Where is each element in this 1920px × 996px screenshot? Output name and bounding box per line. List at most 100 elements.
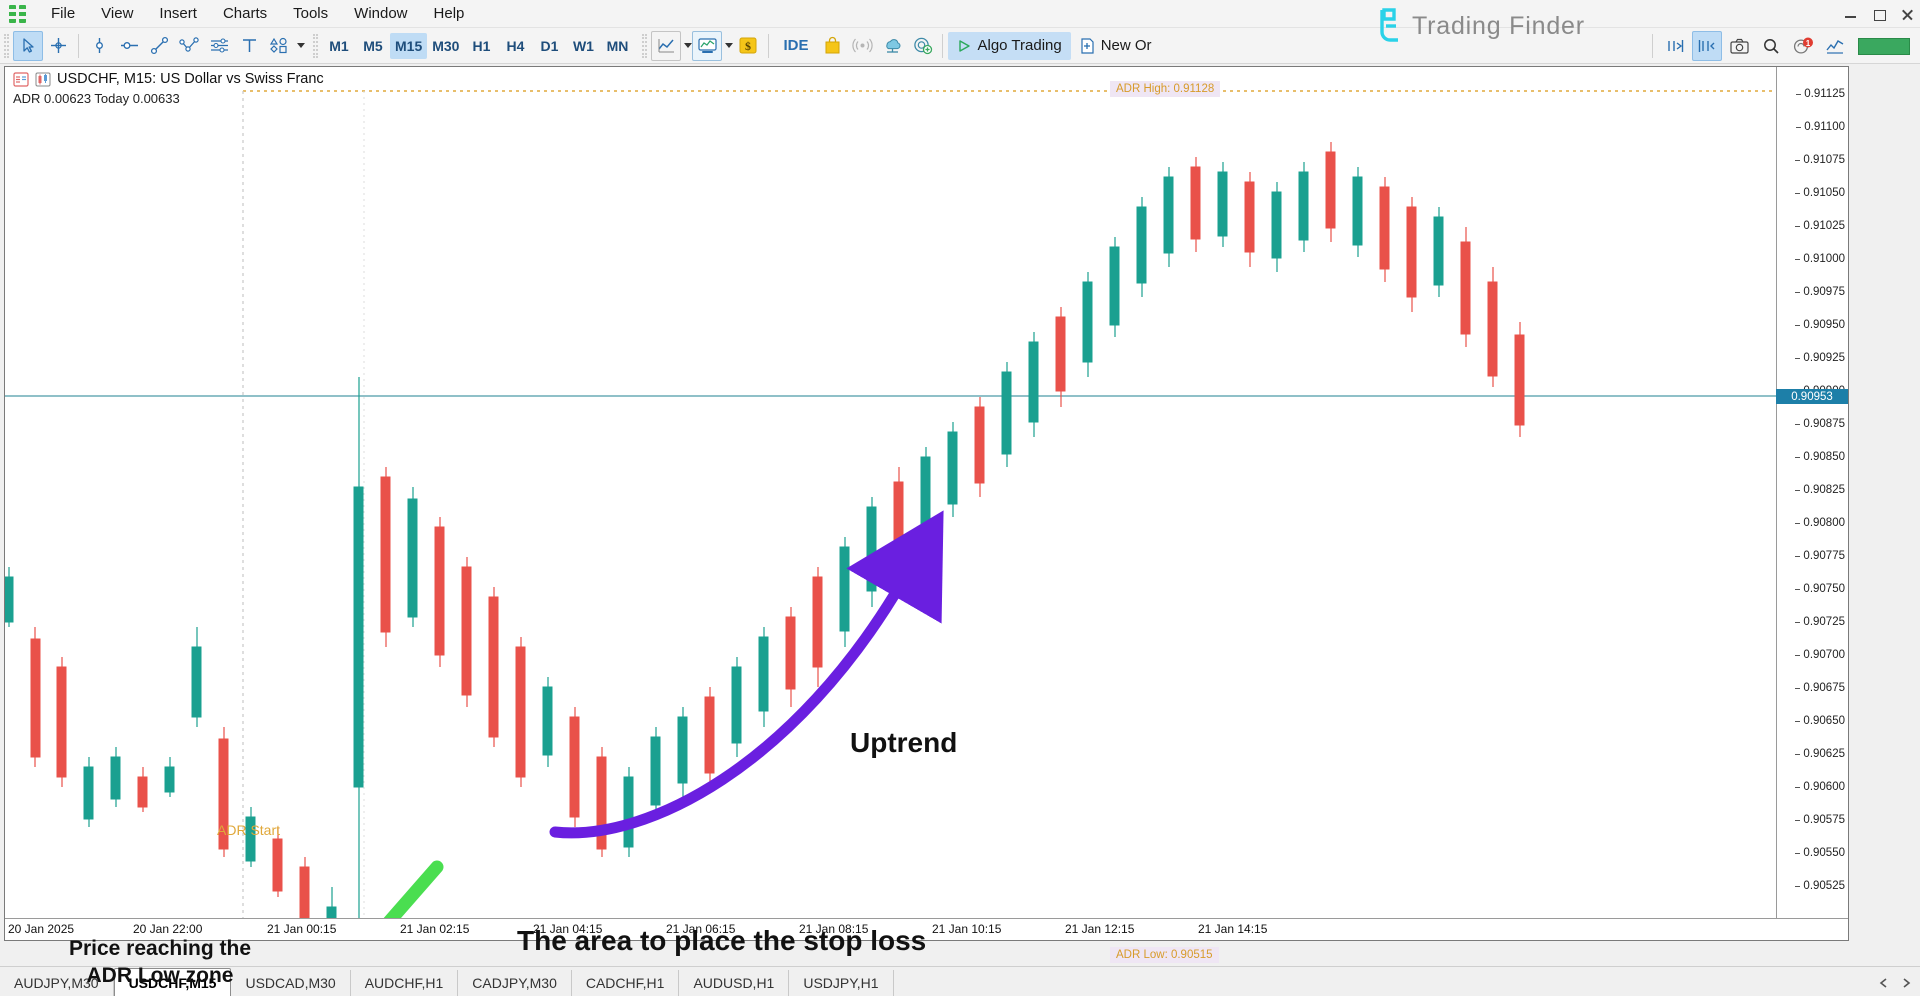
price-tick: 0.91075 bbox=[1795, 154, 1845, 166]
chart-type-dropdown-icon[interactable] bbox=[684, 43, 693, 48]
align-center-icon[interactable] bbox=[1692, 31, 1722, 61]
cursor-icon[interactable] bbox=[13, 30, 43, 61]
menu-item-file[interactable]: File bbox=[38, 1, 88, 26]
menu-item-window[interactable]: Window bbox=[341, 1, 420, 26]
menu-item-view[interactable]: View bbox=[88, 1, 146, 26]
uptrend-annotation: Uptrend bbox=[850, 727, 958, 758]
time-tick: 20 Jan 2025 bbox=[8, 922, 75, 936]
vertical-line-icon[interactable] bbox=[84, 31, 114, 61]
menu-item-help[interactable]: Help bbox=[421, 1, 478, 26]
equidistant-channel-icon[interactable] bbox=[204, 31, 234, 61]
timeframe-m15[interactable]: M15 bbox=[390, 32, 428, 59]
indicators-icon[interactable] bbox=[692, 30, 723, 61]
balance-indicator bbox=[1858, 37, 1910, 55]
chart-container[interactable]: USDCHF, M15: US Dollar vs Swiss Franc AD… bbox=[4, 66, 1849, 987]
timeframe-d1[interactable]: D1 bbox=[532, 33, 566, 59]
line-chart-icon[interactable] bbox=[651, 30, 682, 61]
chart-tab-cadchf-h1[interactable]: CADCHF,H1 bbox=[572, 970, 680, 996]
menu-item-tools[interactable]: Tools bbox=[280, 1, 341, 26]
menu-item-charts[interactable]: Charts bbox=[210, 1, 280, 26]
price-tick: 0.91050 bbox=[1795, 187, 1845, 199]
app-logo-icon bbox=[6, 4, 32, 24]
timeframe-h1[interactable]: H1 bbox=[464, 33, 498, 59]
maximize-icon[interactable] bbox=[1872, 7, 1886, 21]
algo-trading-label: Algo Trading bbox=[977, 37, 1062, 54]
market-bag-icon[interactable] bbox=[817, 31, 847, 61]
dollar-icon[interactable]: $ bbox=[733, 31, 763, 61]
time-tick: 21 Jan 10:15 bbox=[932, 922, 1002, 936]
chart-tab-usdjpy-h1[interactable]: USDJPY,H1 bbox=[789, 970, 894, 996]
trendline-icon[interactable] bbox=[144, 31, 174, 61]
adr-start-text: ADR Start bbox=[217, 822, 280, 838]
price-tick: 0.90925 bbox=[1795, 352, 1845, 364]
menu-item-insert[interactable]: Insert bbox=[146, 1, 210, 26]
chart-plot[interactable]: ADR Start bbox=[5, 67, 1848, 940]
price-tick: 0.90625 bbox=[1795, 748, 1845, 760]
signals-icon[interactable] bbox=[847, 31, 877, 61]
symbol-header: USDCHF, M15: US Dollar vs Swiss Franc bbox=[13, 71, 324, 87]
adr-low-tag: ADR Low: 0.90515 bbox=[1110, 947, 1219, 963]
current-price-label: 0.90953 bbox=[1776, 389, 1848, 404]
indicators-dropdown-icon[interactable] bbox=[725, 43, 734, 48]
price-tick: 0.90550 bbox=[1795, 847, 1845, 859]
price-tick: 0.90675 bbox=[1795, 682, 1845, 694]
polyline-icon[interactable] bbox=[174, 31, 204, 61]
minimize-icon[interactable] bbox=[1844, 7, 1858, 21]
menu-bar: File View Insert Charts Tools Window Hel… bbox=[0, 0, 1920, 28]
toolbar-grip[interactable] bbox=[4, 33, 9, 58]
timeframes-grip[interactable] bbox=[313, 33, 318, 58]
scroll-left-icon bbox=[1879, 978, 1887, 988]
chart-tools-grip[interactable] bbox=[642, 33, 648, 58]
vps-cloud-icon[interactable] bbox=[877, 31, 907, 61]
play-icon bbox=[957, 39, 971, 53]
new-order-icon bbox=[1080, 37, 1095, 54]
timeframe-w1[interactable]: W1 bbox=[566, 33, 600, 59]
price-tick: 0.90525 bbox=[1795, 880, 1845, 892]
align-right-icon[interactable] bbox=[1660, 31, 1690, 61]
metatrader-window: File View Insert Charts Tools Window Hel… bbox=[0, 0, 1920, 996]
price-axis[interactable]: 0.91125 0.91100 0.91075 0.91050 0.91025 … bbox=[1776, 67, 1848, 940]
price-tick: 0.90700 bbox=[1795, 649, 1845, 661]
new-order-button[interactable]: New Or bbox=[1071, 32, 1161, 60]
price-tick: 0.90800 bbox=[1795, 517, 1845, 529]
chart-tab-cadjpy-m30[interactable]: CADJPY,M30 bbox=[458, 970, 572, 996]
algo-trading-button[interactable]: Algo Trading bbox=[948, 31, 1071, 60]
timeframe-m30[interactable]: M30 bbox=[427, 33, 464, 59]
time-tick: 21 Jan 14:15 bbox=[1198, 922, 1268, 936]
time-axis[interactable]: 20 Jan 2025 20 Jan 22:00 21 Jan 00:15 21… bbox=[5, 918, 1848, 940]
adr-low-line1: Price reaching the bbox=[68, 937, 252, 960]
right-toolbar-separator bbox=[1652, 34, 1653, 58]
market-watch-icon[interactable] bbox=[1820, 31, 1850, 61]
chart-tab-audusd-h1[interactable]: AUDUSD,H1 bbox=[679, 970, 790, 996]
timeframe-m5[interactable]: M5 bbox=[356, 33, 390, 59]
shapes-dropdown-icon[interactable] bbox=[297, 43, 305, 48]
chart-tab-audchf-h1[interactable]: AUDCHF,H1 bbox=[351, 970, 459, 996]
horizontal-line-icon[interactable] bbox=[114, 31, 144, 61]
symbol-title: USDCHF, M15: US Dollar vs Swiss Franc bbox=[57, 71, 324, 87]
candlestick-icon bbox=[35, 72, 51, 86]
price-tick: 0.90825 bbox=[1795, 484, 1845, 496]
crosshair-icon[interactable] bbox=[43, 31, 73, 61]
price-tick: 0.90575 bbox=[1795, 814, 1845, 826]
svg-text:$: $ bbox=[745, 39, 751, 53]
alerts-icon[interactable]: 1 bbox=[1788, 31, 1818, 61]
main-toolbar: M1 M5 M15 M30 H1 H4 D1 W1 MN $ IDE Algo … bbox=[0, 28, 1920, 64]
data-window-icon bbox=[13, 71, 29, 87]
timeframe-h4[interactable]: H4 bbox=[498, 33, 532, 59]
ide-button[interactable]: IDE bbox=[774, 32, 817, 60]
text-icon[interactable] bbox=[234, 31, 264, 61]
copy-trading-icon[interactable] bbox=[907, 31, 937, 61]
price-tick: 0.90600 bbox=[1795, 781, 1845, 793]
search-icon[interactable] bbox=[1756, 31, 1786, 61]
shapes-icon[interactable] bbox=[264, 31, 294, 61]
timeframe-mn[interactable]: MN bbox=[600, 33, 634, 59]
price-tick: 0.91100 bbox=[1796, 121, 1845, 133]
time-tick: 21 Jan 00:15 bbox=[267, 922, 337, 936]
price-tick: 0.91000 bbox=[1795, 253, 1845, 265]
price-tick: 0.90650 bbox=[1795, 715, 1845, 727]
screenshot-icon[interactable] bbox=[1724, 31, 1754, 61]
close-icon[interactable] bbox=[1900, 7, 1914, 21]
timeframe-m1[interactable]: M1 bbox=[322, 33, 356, 59]
scroll-right-icon bbox=[1903, 978, 1911, 988]
new-order-label: New Or bbox=[1100, 37, 1152, 54]
